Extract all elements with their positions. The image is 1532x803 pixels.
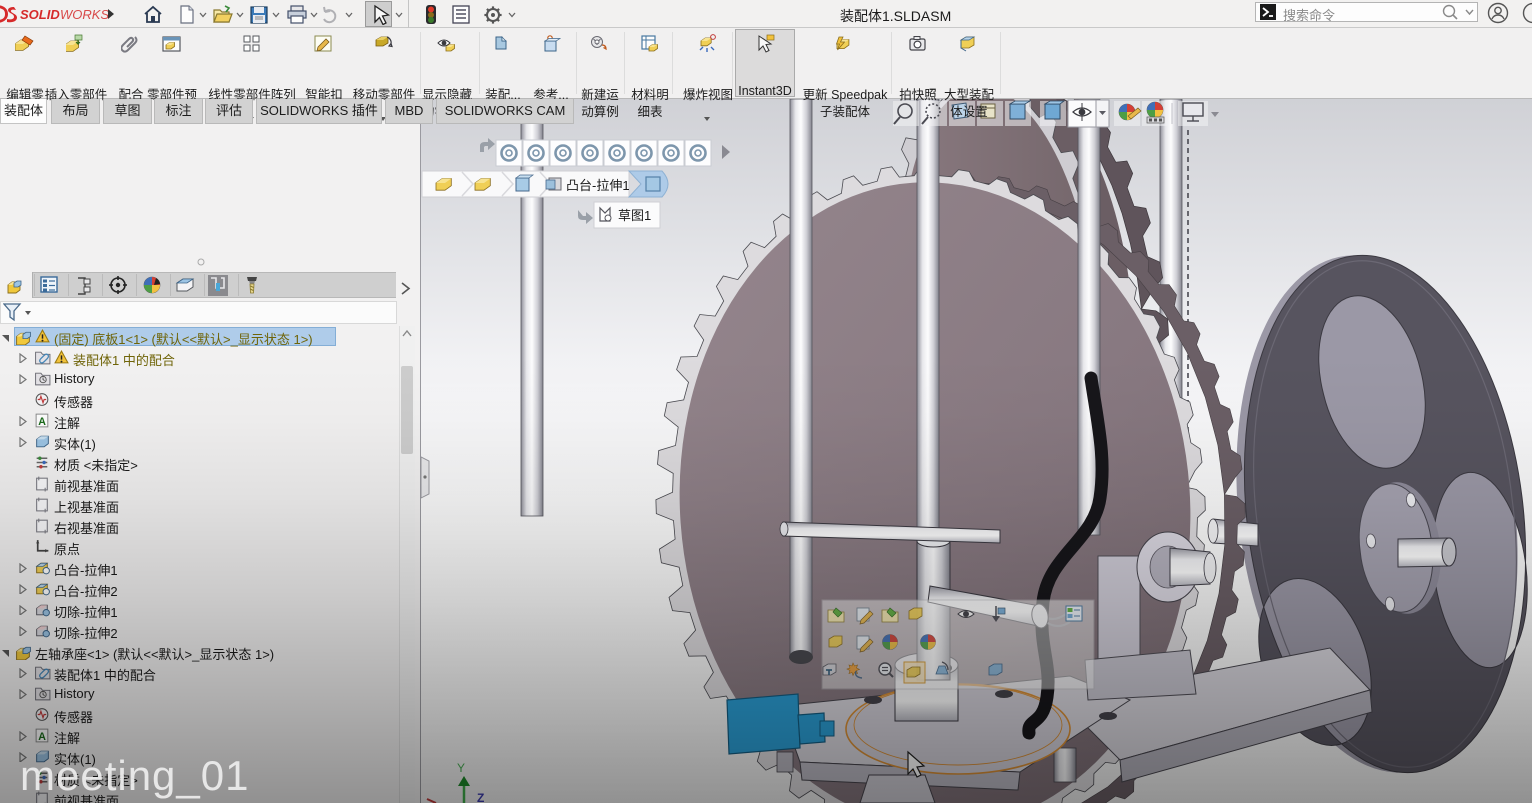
svg-text:SOLID: SOLID [20,7,60,22]
svg-text:WORKS: WORKS [60,7,109,22]
svg-text:A: A [38,731,46,743]
svg-text:A: A [38,416,46,428]
svg-text:Y: Y [457,761,465,775]
svg-text:凸台-拉伸1: 凸台-拉伸1 [566,178,630,193]
svg-text:草图1: 草图1 [618,208,651,223]
svg-text:Z: Z [477,791,484,803]
